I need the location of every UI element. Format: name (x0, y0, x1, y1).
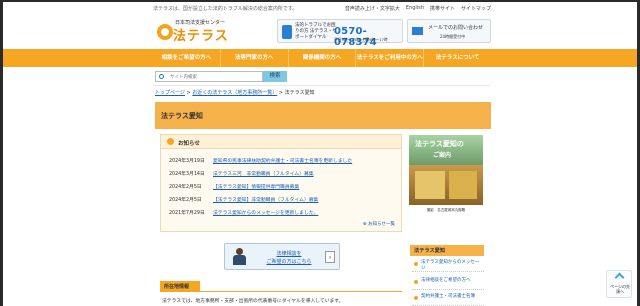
news-link[interactable]: 【法テラス愛知】情報提供専門職員募集 (213, 183, 299, 190)
breadcrumb-sep: > (186, 90, 191, 96)
news-date: 2024年2月5日 (169, 185, 202, 190)
banner-title-1: 法テラス愛知の (415, 140, 464, 148)
tagline: 法テラスは、国が設立した法的トラブル解決の総合案内所です。 (153, 6, 298, 12)
news-link[interactable]: 法テラス愛知からのメッセージを更新しました。 (213, 209, 318, 216)
top-link-accessibility[interactable]: 音声読み上げ・文字拡大 (345, 5, 400, 12)
info-icon (167, 138, 174, 145)
breadcrumb-home[interactable]: トップページ (155, 90, 185, 96)
banner-screen-left (415, 171, 445, 199)
page-top-button[interactable]: ページの先頭へ (606, 270, 632, 298)
sidebar-item-message[interactable]: 法テラス愛知からのメッセージ (412, 258, 484, 272)
divider (153, 85, 491, 86)
site-logo[interactable]: 日本司法支援センター 法テラス (155, 19, 235, 47)
mail-inquiry-button[interactable]: メールでのお問い合わせ 24時間受付中 (407, 19, 491, 43)
logo-name: 法テラス (173, 29, 229, 44)
location-title: 所在地情報 (164, 284, 190, 290)
top-link-english[interactable]: English (406, 5, 424, 12)
consult-line-2: ご希望の方はこちら (266, 259, 312, 265)
global-nav: 相談をご希望の方へ 法専門家の方へ 関係機関の方へ 法テラスをご利用中の方へ 法… (3, 49, 637, 67)
banner-screen-right (449, 171, 477, 199)
news-date: 2024年2月5日 (169, 198, 202, 203)
sidebar-item-label: 契約弁護士・司法書士名簿 (421, 294, 475, 299)
aichi-guide-banner[interactable]: 法テラス愛知の ご案内 撮影 名古屋城本丸御殿 (409, 135, 483, 215)
page-top-label: ページの先頭へ (610, 284, 630, 294)
nav-item-professionals[interactable]: 法専門家の方へ (221, 49, 289, 67)
consult-line-1: 法律相談を (276, 251, 302, 257)
banner-title-2: ご案内 (433, 152, 452, 159)
location-heading: 所在地情報 (160, 281, 200, 291)
news-link[interactable]: 【法テラス愛知】非常勤職員（フルタイム）募集 (213, 196, 318, 203)
breadcrumb: トップページ > お近くの法テラス（地方事務所一覧） > 法テラス愛知 (155, 89, 315, 96)
search-box (155, 71, 263, 82)
news-title: お知らせ (178, 141, 200, 147)
location-rule (160, 291, 402, 292)
bullet-icon (414, 280, 418, 284)
sidebar-item-consult[interactable]: 法律相談をご希望の方へ (412, 276, 484, 290)
sidebar-item-label: 法律相談をご希望の方へ (421, 278, 471, 283)
sidebar-item-roster[interactable]: 契約弁護士・司法書士名簿 (412, 292, 484, 306)
top-link-mobile[interactable]: 携帯サイト (430, 5, 455, 12)
top-strip: 法テラスは、国が設立した法的トラブル解決の総合案内所です。 音声読み上げ・文字拡… (153, 3, 491, 13)
mail-label: メールでのお問い合わせ (428, 25, 484, 31)
news-more-link[interactable]: ⊕ お知らせ一覧 (363, 221, 395, 227)
search-input[interactable] (170, 73, 260, 81)
bullet-icon (414, 262, 418, 266)
mail-sub: 24時間受付中 (440, 34, 466, 39)
news-link[interactable]: 法テラス三河 非常勤職員（フルタイム）募集 (213, 170, 314, 177)
site-search: 検索 (155, 71, 345, 83)
top-link-sitemap[interactable]: サイトマップ (461, 5, 491, 12)
news-panel: お知らせ 2024年3月19日 愛知県の民事法律扶助契約弁護士・司法書士名簿を更… (160, 134, 402, 232)
news-date: 2024年3月19日 (169, 159, 205, 164)
search-button[interactable]: 検索 (263, 71, 287, 82)
nav-item-consult[interactable]: 相談をご希望の方へ (153, 49, 221, 67)
breadcrumb-sep: > (278, 90, 283, 96)
browser-frame: 法テラスは、国が設立した法的トラブル解決の総合案内所です。 音声読み上げ・文字拡… (0, 0, 640, 306)
phone-icon (282, 25, 292, 39)
news-more-label: お知らせ一覧 (368, 222, 395, 227)
breadcrumb-parent[interactable]: お近くの法テラス（地方事務所一覧） (192, 90, 277, 96)
news-header: お知らせ (161, 135, 401, 149)
news-date: 2021年7月29日 (169, 211, 205, 216)
sidebar: 法テラス愛知 法テラス愛知からのメッセージ 法律相談をご希望の方へ 契約弁護士・… (410, 245, 484, 306)
breadcrumb-current: 法テラス愛知 (284, 90, 315, 96)
search-icon (159, 74, 164, 79)
news-date: 2024年3月14日 (169, 172, 205, 177)
banner-caption: 撮影 名古屋城本丸御殿 (409, 205, 483, 215)
bullet-icon (414, 296, 418, 300)
sidebar-title: 法テラス愛知 (414, 248, 446, 254)
page-title: 法テラス愛知 (161, 112, 203, 120)
location-text: 法テラスでは、地方事務所・支部・出張所の代表番号にダイヤルを導入しています。 (162, 299, 344, 304)
logo-mark-icon (157, 24, 173, 40)
sidebar-header: 法テラス愛知 (410, 245, 484, 256)
mail-icon (412, 27, 423, 35)
chevron-right-icon: › (325, 251, 335, 263)
nav-item-users[interactable]: 法テラスをご利用中の方へ (356, 49, 425, 67)
chevron-up-icon (614, 272, 625, 283)
phone-hours: 平日9時～21時 土曜9時～17時 (334, 37, 388, 42)
news-link[interactable]: 愛知県の民事法律扶助契約弁護士・司法書士名簿を更新しました (213, 157, 352, 164)
phone-label: 法的トラブルでお困りの方 法テラス・サポートダイヤル (295, 23, 337, 40)
nav-item-agencies[interactable]: 関係機関の方へ (289, 49, 357, 67)
page-title-banner: 法テラス愛知 (155, 102, 491, 129)
top-links: 音声読み上げ・文字拡大 English 携帯サイト サイトマップ (345, 5, 491, 12)
sidebar-item-label: 法テラス愛知からのメッセージ (421, 260, 480, 271)
nav-item-about[interactable]: 法テラスについて (424, 49, 491, 67)
consult-button[interactable]: 法律相談を ご希望の方はこちら › (224, 243, 340, 270)
person-icon (231, 248, 247, 266)
support-dial-box[interactable]: 法的トラブルでお困りの方 法テラス・サポートダイヤル 0570-078374 平… (277, 19, 403, 48)
